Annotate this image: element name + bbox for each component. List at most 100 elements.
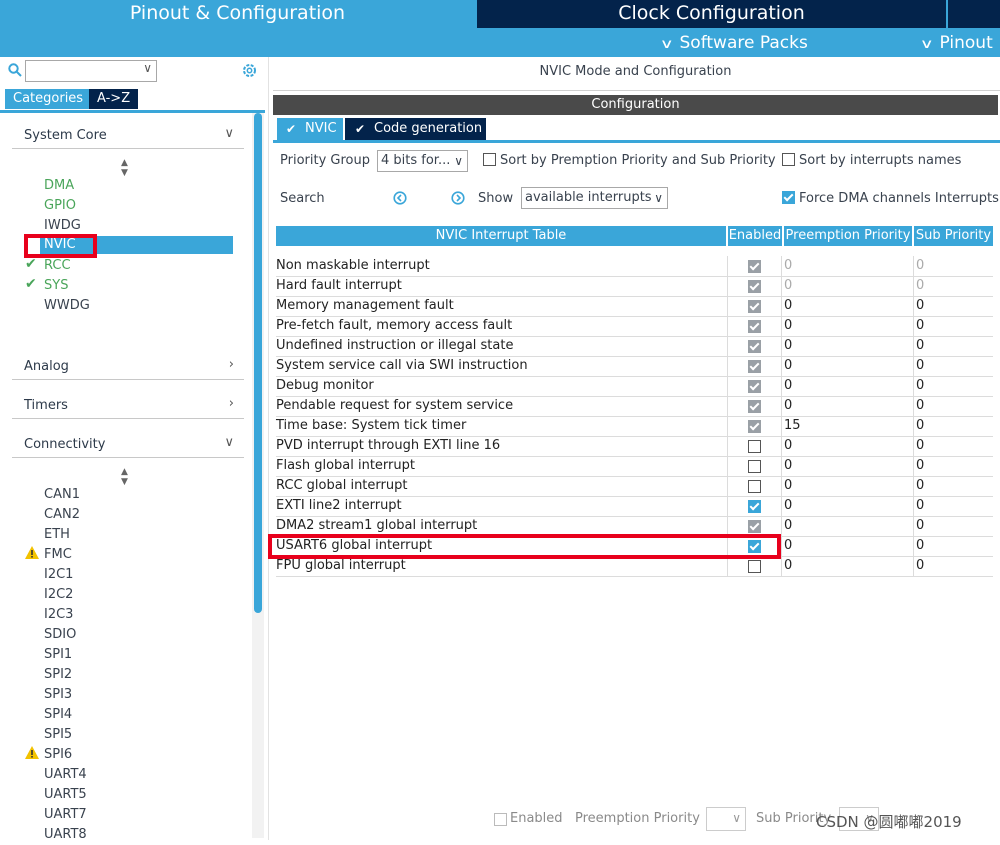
preemption-priority-value[interactable]: 0 <box>784 398 792 413</box>
list-item-spi4[interactable]: SPI4 <box>44 705 72 725</box>
list-item-can2[interactable]: CAN2 <box>44 505 80 525</box>
enabled-checkbox[interactable] <box>748 439 761 454</box>
scroll-up-icon[interactable]: ▲ ▼ <box>121 467 128 487</box>
list-item-gpio[interactable]: GPIO <box>44 196 76 216</box>
scrollbar-thumb[interactable] <box>254 113 262 613</box>
preemption-priority-value[interactable]: 0 <box>784 438 792 453</box>
table-row[interactable]: RCC global interrupt 0 0 <box>276 476 993 497</box>
table-row[interactable]: Memory management fault 0 0 <box>276 296 993 317</box>
list-item-spi5[interactable]: SPI5 <box>44 725 72 745</box>
tab-categories[interactable]: Categories <box>5 89 92 109</box>
table-row[interactable]: Pendable request for system service 0 0 <box>276 396 993 417</box>
priority-group-select[interactable]: 4 bits for... ∨ <box>377 150 468 172</box>
pinout-menu[interactable]: ∨ Pinout <box>920 30 993 56</box>
tab-a-z[interactable]: A->Z <box>89 89 139 109</box>
tab-nvic[interactable]: ✔ NVIC <box>277 118 343 140</box>
preemption-priority-value[interactable]: 0 <box>784 558 792 573</box>
th-preemption-priority[interactable]: Preemption Priority <box>784 226 912 246</box>
sub-priority-value[interactable]: 0 <box>916 438 924 453</box>
sub-priority-value[interactable]: 0 <box>916 298 924 313</box>
sort-names-checkbox[interactable] <box>782 152 795 167</box>
list-item-wwdg[interactable]: WWDG <box>44 296 90 316</box>
sub-priority-value[interactable]: 0 <box>916 558 924 573</box>
list-item-uart8[interactable]: UART8 <box>44 825 87 845</box>
list-item-spi3[interactable]: SPI3 <box>44 685 72 705</box>
list-item-spi1[interactable]: SPI1 <box>44 645 72 665</box>
th-interrupt-table[interactable]: NVIC Interrupt Table <box>276 226 726 246</box>
sub-priority-value[interactable]: 0 <box>916 338 924 353</box>
table-row[interactable]: FPU global interrupt 0 0 <box>276 556 993 577</box>
enabled-checkbox[interactable] <box>748 499 761 514</box>
sub-priority-value[interactable]: 0 <box>916 378 924 393</box>
enabled-checkbox[interactable] <box>748 559 761 574</box>
preemption-priority-value[interactable]: 0 <box>784 358 792 373</box>
table-row[interactable]: Debug monitor 0 0 <box>276 376 993 397</box>
th-enabled[interactable]: Enabled <box>728 226 782 246</box>
table-row[interactable]: Undefined instruction or illegal state 0 0 <box>276 336 993 357</box>
preemption-priority-value[interactable]: 0 <box>784 378 792 393</box>
list-item-rcc[interactable]: RCC <box>44 256 71 276</box>
preemption-priority-value[interactable]: 0 <box>784 338 792 353</box>
list-item-uart7[interactable]: UART7 <box>44 805 87 825</box>
gear-icon[interactable] <box>241 62 258 83</box>
preemption-priority-value[interactable]: 0 <box>784 278 792 293</box>
section-timers[interactable]: Timers › <box>12 396 244 419</box>
preemption-priority-value[interactable]: 0 <box>784 458 792 473</box>
list-item-sys[interactable]: SYS <box>44 276 68 296</box>
search-prev-icon[interactable] <box>393 191 407 209</box>
sub-priority-value[interactable]: 0 <box>916 518 924 533</box>
table-row[interactable]: Non maskable interrupt 0 0 <box>276 256 993 277</box>
sub-priority-value[interactable]: 0 <box>916 358 924 373</box>
list-item-iwdg[interactable]: IWDG <box>44 216 81 236</box>
sub-priority-value[interactable]: 0 <box>916 258 924 273</box>
list-item-spi2[interactable]: SPI2 <box>44 665 72 685</box>
list-item-sdio[interactable]: SDIO <box>44 625 76 645</box>
sub-priority-value[interactable]: 0 <box>916 538 924 553</box>
software-packs-menu[interactable]: ∨ Software Packs <box>660 30 808 56</box>
table-row[interactable]: Time base: System tick timer 15 0 <box>276 416 993 437</box>
preemption-priority-value[interactable]: 0 <box>784 498 792 513</box>
sub-priority-value[interactable]: 0 <box>916 418 924 433</box>
table-row[interactable]: Flash global interrupt 0 0 <box>276 456 993 477</box>
preemption-priority-value[interactable]: 0 <box>784 518 792 533</box>
table-row[interactable]: Hard fault interrupt 0 0 <box>276 276 993 297</box>
list-item-spi6[interactable]: SPI6 <box>44 745 72 765</box>
list-item-i2c1[interactable]: I2C1 <box>44 565 73 585</box>
tab-code-generation[interactable]: ✔ Code generation <box>345 118 486 140</box>
preemption-priority-value[interactable]: 15 <box>784 418 801 433</box>
force-dma-checkbox[interactable] <box>782 190 795 205</box>
list-item-i2c2[interactable]: I2C2 <box>44 585 73 605</box>
sub-priority-value[interactable]: 0 <box>916 458 924 473</box>
section-connectivity[interactable]: Connectivity ∨ <box>12 435 244 458</box>
table-row[interactable]: System service call via SWI instruction 0… <box>276 356 993 377</box>
list-item-fmc[interactable]: FMC <box>44 545 72 565</box>
th-sub-priority[interactable]: Sub Priority <box>914 226 993 246</box>
preemption-priority-value[interactable]: 0 <box>784 318 792 333</box>
list-item-i2c3[interactable]: I2C3 <box>44 605 73 625</box>
preemption-priority-value[interactable]: 0 <box>784 298 792 313</box>
search-next-icon[interactable] <box>451 191 465 209</box>
list-item-can1[interactable]: CAN1 <box>44 485 80 505</box>
section-analog[interactable]: Analog › <box>12 357 244 380</box>
scroll-up-icon[interactable]: ▲ ▼ <box>121 158 128 178</box>
bottom-enabled-checkbox[interactable] <box>494 812 507 827</box>
search-input[interactable]: ∨ <box>25 60 157 82</box>
list-item-uart5[interactable]: UART5 <box>44 785 87 805</box>
sub-priority-value[interactable]: 0 <box>916 398 924 413</box>
preemption-priority-value[interactable]: 0 <box>784 258 792 273</box>
table-row[interactable]: EXTI line2 interrupt 0 0 <box>276 496 993 517</box>
table-row[interactable]: PVD interrupt through EXTI line 16 0 0 <box>276 436 993 457</box>
tab-pinout-configuration[interactable]: Pinout & Configuration <box>0 0 475 28</box>
preemption-priority-value[interactable]: 0 <box>784 538 792 553</box>
list-item-dma[interactable]: DMA <box>44 176 74 196</box>
enabled-checkbox[interactable] <box>748 479 761 494</box>
tab-extra[interactable] <box>948 0 1000 28</box>
section-system-core[interactable]: System Core ∨ <box>12 126 244 149</box>
list-item-uart4[interactable]: UART4 <box>44 765 87 785</box>
bottom-preemption-select[interactable]: ∨ <box>706 807 746 831</box>
sort-preemption-checkbox[interactable] <box>483 152 496 167</box>
tab-clock-configuration[interactable]: Clock Configuration <box>477 0 946 28</box>
sub-priority-value[interactable]: 0 <box>916 478 924 493</box>
list-item-eth[interactable]: ETH <box>44 525 70 545</box>
show-select[interactable]: available interrupts ∨ <box>521 187 668 209</box>
